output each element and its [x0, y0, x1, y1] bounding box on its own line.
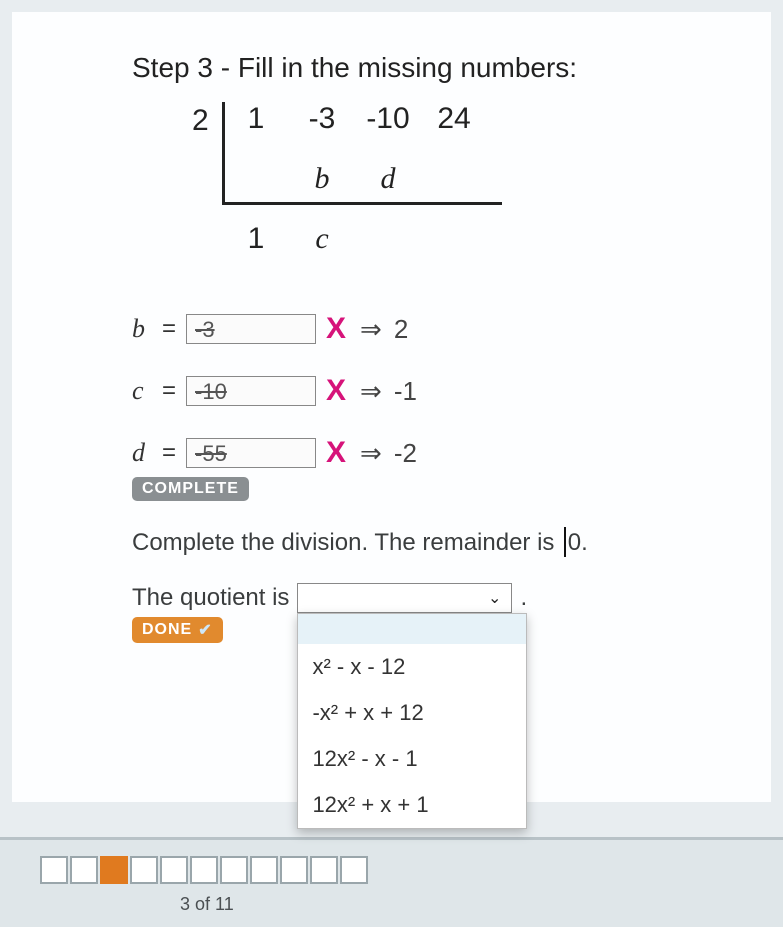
quotient-label: The quotient is — [132, 584, 289, 612]
step-title: Step 3 - Fill in the missing numbers: — [132, 52, 731, 84]
period: . — [520, 584, 527, 612]
answer-row-c: c = -10 X ⇒ -1 — [132, 374, 731, 408]
remainder-sentence: Complete the division. The remainder is … — [132, 529, 731, 557]
correct-b: 2 — [394, 314, 408, 345]
wrong-icon: X — [326, 312, 346, 346]
var-c: c — [132, 376, 152, 406]
carry-0 — [234, 162, 278, 196]
var-b: b — [132, 314, 152, 344]
coef-2: -10 — [366, 102, 410, 136]
correct-d: -2 — [394, 438, 417, 469]
input-b[interactable]: -3 — [186, 314, 316, 344]
pager-squares — [40, 856, 368, 884]
quotient-line: The quotient is ⌄ x² - x - 12 -x² + x + … — [132, 583, 731, 613]
coef-1: -3 — [300, 102, 344, 136]
division-vertical-line — [222, 102, 225, 202]
equals-sign: = — [162, 315, 176, 343]
remainder-post: . — [581, 529, 588, 556]
answer-row-b: b = -3 X ⇒ 2 — [132, 312, 731, 346]
pager-sq-1[interactable] — [40, 856, 68, 884]
dropdown-option-1[interactable]: -x² + x + 12 — [298, 690, 526, 736]
result-row: 1 c — [234, 222, 476, 256]
arrow-icon: ⇒ — [360, 438, 382, 469]
remainder-value: 0 — [568, 529, 581, 556]
pager-sq-7[interactable] — [220, 856, 248, 884]
synthetic-division: 2 1 -3 -10 24 b d 1 c — [192, 102, 532, 267]
carry-3 — [432, 162, 476, 196]
dropdown-option-3[interactable]: 12x² + x + 1 — [298, 782, 526, 828]
input-c[interactable]: -10 — [186, 376, 316, 406]
carry-d: d — [366, 162, 410, 196]
done-label: DONE — [142, 621, 192, 639]
carry-row: b d — [234, 162, 476, 196]
pager-sq-9[interactable] — [280, 856, 308, 884]
wrong-icon: X — [326, 436, 346, 470]
pager-sq-8[interactable] — [250, 856, 278, 884]
pager-text: 3 of 11 — [180, 894, 234, 915]
res-2 — [366, 222, 410, 256]
bottom-bar: 3 of 11 — [0, 837, 783, 927]
dividend-row: 1 -3 -10 24 — [234, 102, 476, 136]
equals-sign: = — [162, 439, 176, 467]
check-icon: ✔ — [198, 620, 212, 640]
complete-badge[interactable]: COMPLETE — [132, 477, 249, 501]
answer-row-d: d = -55 X ⇒ -2 — [132, 436, 731, 470]
division-horizontal-line — [222, 202, 502, 205]
pager-sq-10[interactable] — [310, 856, 338, 884]
pager-sq-11[interactable] — [340, 856, 368, 884]
done-badge[interactable]: DONE ✔ — [132, 617, 223, 643]
text-cursor — [561, 529, 568, 557]
pager-sq-3[interactable] — [100, 856, 128, 884]
coef-0: 1 — [234, 102, 278, 136]
pager-sq-4[interactable] — [130, 856, 158, 884]
arrow-icon: ⇒ — [360, 314, 382, 345]
divisor: 2 — [192, 104, 209, 138]
equals-sign: = — [162, 377, 176, 405]
input-d[interactable]: -55 — [186, 438, 316, 468]
chevron-down-icon: ⌄ — [488, 588, 501, 608]
dropdown-option-2[interactable]: 12x² - x - 1 — [298, 736, 526, 782]
var-d: d — [132, 438, 152, 468]
quotient-dropdown: x² - x - 12 -x² + x + 12 12x² - x - 1 12… — [297, 613, 527, 829]
pager-sq-2[interactable] — [70, 856, 98, 884]
remainder-pre: Complete the division. The remainder is — [132, 529, 554, 556]
res-0: 1 — [234, 222, 278, 256]
dropdown-option-0[interactable]: x² - x - 12 — [298, 644, 526, 690]
pager-sq-6[interactable] — [190, 856, 218, 884]
res-c: c — [300, 222, 344, 256]
dropdown-blank-option[interactable] — [298, 614, 526, 644]
coef-3: 24 — [432, 102, 476, 136]
wrong-icon: X — [326, 374, 346, 408]
res-3 — [432, 222, 476, 256]
arrow-icon: ⇒ — [360, 376, 382, 407]
carry-b: b — [300, 162, 344, 196]
correct-c: -1 — [394, 376, 417, 407]
pager-sq-5[interactable] — [160, 856, 188, 884]
quotient-select[interactable]: ⌄ — [297, 583, 512, 613]
